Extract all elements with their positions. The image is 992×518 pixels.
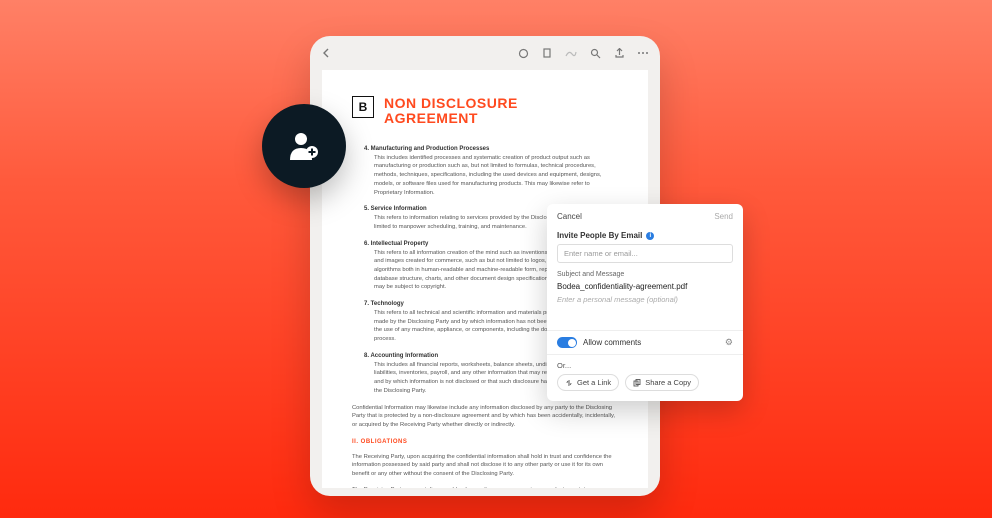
add-person-icon bbox=[284, 126, 324, 166]
subject-label: Subject and Message bbox=[557, 271, 733, 278]
share-panel: Cancel Send Invite People By Email i Ent… bbox=[547, 204, 743, 401]
obligations-heading: II. OBLIGATIONS bbox=[352, 438, 618, 447]
info-icon[interactable]: i bbox=[646, 232, 654, 240]
send-button[interactable]: Send bbox=[714, 212, 733, 221]
share-copy-button[interactable]: Share a Copy bbox=[625, 374, 699, 391]
section-heading: 4. Manufacturing and Production Processe… bbox=[364, 145, 618, 154]
message-field[interactable]: Enter a personal message (optional) bbox=[557, 295, 733, 304]
doc-title-line1: NON DISCLOSURE bbox=[384, 96, 518, 111]
edit-icon[interactable] bbox=[516, 46, 530, 60]
allow-comments-toggle[interactable] bbox=[557, 337, 577, 348]
email-field[interactable]: Enter name or email... bbox=[557, 244, 733, 263]
document-toolbar bbox=[310, 36, 660, 70]
invite-label: Invite People By Email i bbox=[557, 231, 733, 240]
doc-title-line2: AGREEMENT bbox=[384, 111, 518, 126]
section-body: This includes identified processes and s… bbox=[364, 154, 618, 197]
more-icon[interactable] bbox=[636, 46, 650, 60]
doc-section: 4. Manufacturing and Production Processe… bbox=[352, 145, 618, 197]
search-icon[interactable] bbox=[588, 46, 602, 60]
company-logo: B bbox=[352, 96, 374, 118]
copy-icon bbox=[633, 379, 641, 387]
para-receiving: The Receiving Party, upon acquiring the … bbox=[352, 453, 618, 479]
draw-icon[interactable] bbox=[564, 46, 578, 60]
para-confidential: Confidential Information may likewise in… bbox=[352, 404, 618, 430]
or-divider: Or... bbox=[547, 355, 743, 374]
link-icon bbox=[565, 379, 573, 387]
get-link-button[interactable]: Get a Link bbox=[557, 374, 619, 391]
add-people-badge[interactable] bbox=[262, 104, 346, 188]
para-disassemble: The Receiving Party may not disassemble,… bbox=[352, 486, 618, 488]
text-icon[interactable] bbox=[540, 46, 554, 60]
share-icon[interactable] bbox=[612, 46, 626, 60]
allow-comments-label: Allow comments bbox=[583, 338, 641, 347]
cancel-button[interactable]: Cancel bbox=[557, 212, 582, 221]
file-name: Bodea_confidentiality-agreement.pdf bbox=[557, 282, 733, 291]
gear-icon[interactable]: ⚙ bbox=[725, 337, 733, 348]
back-icon[interactable] bbox=[320, 46, 334, 60]
